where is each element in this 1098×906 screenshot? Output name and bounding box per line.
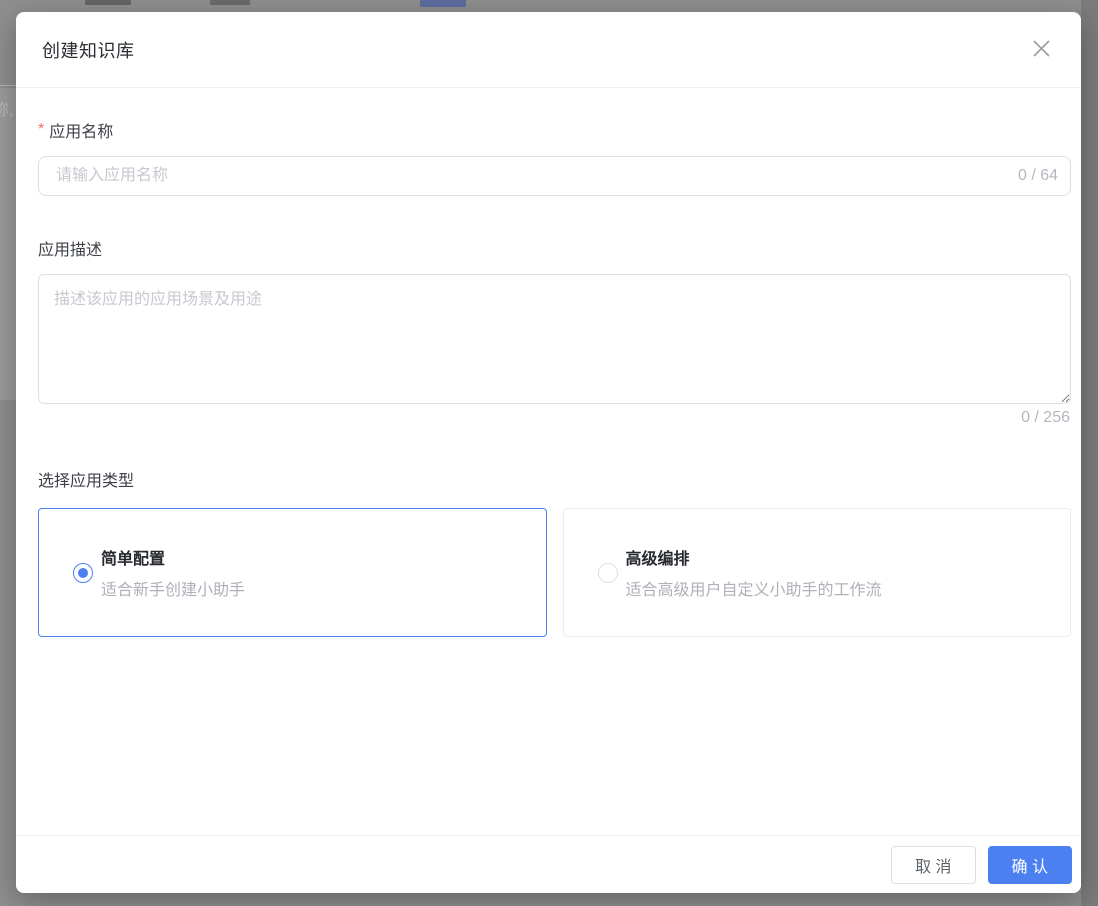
dialog-body: * 应用名称 0 / 64 应用描述 0 / 256 选择应用类型 简单配置 适… [16, 88, 1081, 637]
app-type-options: 简单配置 适合新手创建小助手 高级编排 适合高级用户自定义小助手的工作流 [38, 508, 1071, 637]
description-char-counter: 0 / 256 [1021, 409, 1070, 426]
radio-unselected-icon[interactable] [597, 562, 618, 583]
type-card-simple-config[interactable]: 简单配置 适合新手创建小助手 [38, 508, 547, 637]
name-field-label: * 应用名称 [38, 118, 1071, 142]
backdrop-partial-text: 称, [0, 102, 14, 119]
cancel-button[interactable]: 取 消 [891, 845, 976, 884]
dialog-header: 创建知识库 [16, 12, 1081, 88]
close-button[interactable] [1027, 36, 1055, 64]
description-field-label: 应用描述 [38, 236, 1071, 260]
required-asterisk: * [38, 121, 45, 138]
name-label-text: 应用名称 [49, 124, 114, 141]
radio-selected-icon[interactable] [73, 562, 93, 583]
close-icon [1032, 39, 1051, 61]
type-section-label: 选择应用类型 [38, 467, 1071, 491]
description-textarea[interactable] [38, 274, 1071, 404]
backdrop-panel-fragment [0, 88, 17, 400]
backdrop-page-fragment [85, 0, 131, 5]
option-description: 适合高级用户自定义小助手的工作流 [625, 582, 882, 599]
name-input[interactable] [54, 166, 1008, 186]
create-knowledge-base-dialog: 创建知识库 * 应用名称 0 / 64 应用描述 0 / 256 选择应用类型 [16, 12, 1081, 893]
option-title: 高级编排 [625, 551, 690, 568]
type-card-advanced-orchestration[interactable]: 高级编排 适合高级用户自定义小助手的工作流 [562, 508, 1071, 637]
backdrop-divider-fragment [0, 85, 17, 86]
backdrop-blue-link-fragment [420, 0, 466, 7]
option-title: 简单配置 [101, 551, 166, 568]
backdrop-page-fragment [210, 0, 250, 5]
option-description: 适合新手创建小助手 [101, 582, 246, 599]
description-label-text: 应用描述 [38, 242, 103, 259]
name-char-counter: 0 / 64 [1017, 167, 1058, 184]
confirm-button[interactable]: 确 认 [987, 845, 1072, 884]
backdrop-dimmed-band [1081, 0, 1098, 906]
dialog-footer: 取 消 确 认 [16, 835, 1081, 893]
type-label-text: 选择应用类型 [38, 473, 135, 490]
name-input-wrapper: 0 / 64 [38, 156, 1071, 196]
dialog-title: 创建知识库 [42, 40, 135, 61]
